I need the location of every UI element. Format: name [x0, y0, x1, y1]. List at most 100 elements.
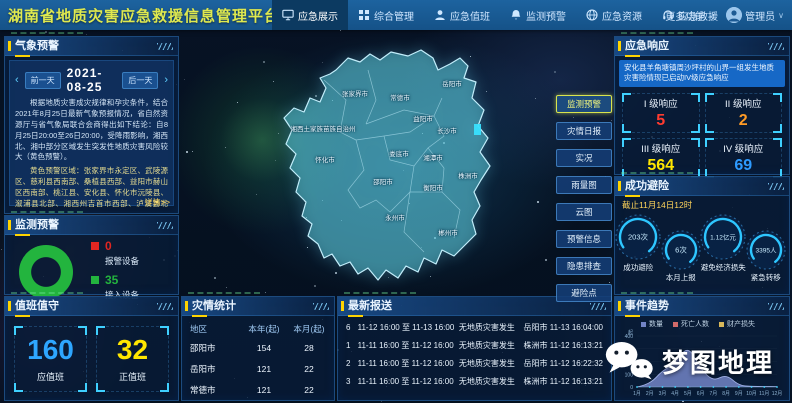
province-map[interactable]: 张家界市常德市岳阳市湘西土家族苗族自治州益阳市长沙市怀化市娄底市湘潭市株洲市邵阳…	[228, 40, 558, 290]
duty-stats: 160应值班32正值班	[5, 316, 178, 392]
response-stat-label: I 级响应	[644, 96, 678, 110]
report-source: 株洲市 11-12 16:13:21	[524, 340, 603, 351]
avoidance-panel: 成功避险 截止11月14日12时 203次成功避险6次本月上报1.12亿元避免经…	[614, 176, 790, 295]
svg-text:3月: 3月	[659, 391, 667, 397]
bell-icon	[510, 9, 522, 21]
nav-tab-manage[interactable]: 综合管理	[348, 0, 424, 30]
nav-tab-warning[interactable]: 监测预警	[500, 0, 576, 30]
corner-decoration	[691, 93, 700, 102]
panel-title-stripes-icon	[157, 303, 173, 310]
table-row: 邵阳市15428	[190, 337, 326, 358]
nav-tab-label: 综合管理	[374, 8, 414, 23]
avoid-panel-title: 成功避险	[625, 177, 669, 195]
legend-item: 财产损失	[719, 319, 755, 329]
map-layer-buttons: 监测预警灾情日报实况雨量图云图预警信息隐患排查避险点	[556, 95, 612, 302]
city-label: 张家界市	[342, 88, 368, 98]
city-label: 郴州市	[438, 227, 458, 237]
map-layer-button[interactable]: 云图	[556, 203, 612, 221]
legend-swatch	[673, 322, 678, 327]
duty-stat-label: 应值班	[37, 370, 64, 383]
watermark: 梦图地理	[602, 341, 774, 381]
panel-title-stripes-icon	[768, 183, 784, 190]
duty-panel-title: 值班值守	[15, 297, 59, 315]
monitor-warning-panel: 监测预警 0报警设备35接入设备	[4, 215, 179, 295]
table-row: 常德市12122	[190, 379, 326, 400]
legend-swatch	[91, 276, 99, 284]
nav-tab-label: 应急展示	[298, 8, 338, 23]
report-index: 2	[346, 359, 358, 368]
nav-tab-display[interactable]: 应急展示	[272, 0, 348, 30]
gauge-label: 紧急转移	[751, 272, 781, 283]
panel-title-stripes-icon	[768, 303, 784, 310]
city-label: 湘西土家族苗族自治州	[291, 123, 356, 133]
weather-detail-link[interactable]: 详情>>	[145, 197, 170, 208]
map-layer-button[interactable]: 灾情日报	[556, 122, 612, 140]
panel-title-stripes-icon	[590, 303, 606, 310]
top-bar: 湖南省地质灾害应急救援信息管理平台 应急展示综合管理应急值班监测预警应急资源应急…	[0, 0, 792, 30]
gauge: 1.12亿元避免经济损失	[702, 213, 744, 273]
as-of-timestamp: 截止11月14日12时	[615, 196, 789, 211]
chevron-down-icon: ∨	[708, 11, 714, 20]
user-menu[interactable]: 管理员 ∨	[726, 7, 784, 23]
map-layer-button[interactable]: 雨量图	[556, 176, 612, 194]
report-source: 株洲市 11-12 16:13:21	[524, 376, 603, 387]
more-functions-menu[interactable]: 更多功能 ∨	[665, 8, 714, 23]
duty-stat-box: 160应值班	[14, 326, 87, 392]
nav-tab-resource[interactable]: 应急资源	[576, 0, 652, 30]
next-arrow-icon[interactable]: ›	[164, 75, 168, 86]
corner-decoration	[78, 326, 87, 335]
response-stat-value: 69	[734, 157, 752, 175]
map-layer-button[interactable]: 避险点	[556, 284, 612, 302]
corner-decoration	[14, 383, 23, 392]
monitor-panel-title: 监测预警	[15, 216, 59, 234]
prev-arrow-icon[interactable]: ‹	[15, 75, 19, 86]
corner-decoration	[622, 124, 631, 133]
avatar-icon	[726, 7, 742, 23]
map-layer-button[interactable]: 隐患排查	[556, 257, 612, 275]
weather-warning-panel: 气象预警 ‹ 前一天 2021-08-25 后一天 › 根据地质灾害成灾规律和孕…	[4, 36, 179, 214]
svg-text:11月: 11月	[759, 391, 769, 397]
svg-text:1.12亿元: 1.12亿元	[710, 233, 736, 242]
response-stat-value: 2	[739, 112, 748, 130]
main-nav: 应急展示综合管理应急值班监测预警应急资源应急救援	[272, 0, 728, 30]
svg-text:6次: 6次	[675, 245, 687, 255]
monitor-icon	[282, 9, 294, 21]
trend-panel-title: 事件趋势	[625, 297, 669, 315]
legend-swatch	[641, 322, 646, 327]
report-period: 11-12 16:00 至 11-13 16:00	[358, 322, 459, 333]
panel-title-stripes-icon	[157, 43, 173, 50]
report-index: 6	[346, 323, 358, 332]
legend-value: 0	[105, 239, 112, 253]
report-content: 无地质灾害发生	[459, 340, 524, 351]
trend-legend: 数量死亡人数财产损失	[615, 316, 789, 329]
legend-item: 死亡人数	[673, 319, 709, 329]
disaster-stats-panel: 灾情统计 地区本年(起)本月(起)邵阳市15428岳阳市12122常德市1212…	[181, 296, 335, 401]
table-cell: 154	[236, 343, 292, 353]
weather-paragraph-1: 根据地质灾害成灾规律和孕灾条件，结合2021年8月25日最新气象预报情况，省自然…	[15, 98, 168, 163]
gauge: 3395人紧急转移	[745, 229, 787, 283]
report-period: 11-11 16:00 至 11-12 16:00	[358, 376, 459, 387]
map-layer-button[interactable]: 监测预警	[556, 95, 612, 113]
city-label: 株洲市	[458, 170, 478, 180]
emergency-response-panel: 应急响应 安化县羊角塘镇周沙坪村的山界一组发生地质灾害险情现已启动IV级应急响应…	[614, 36, 790, 175]
response-stat-box: I 级响应5	[622, 93, 700, 133]
response-stat-label: IV 级响应	[723, 141, 763, 155]
table-header-cell: 本年(起)	[236, 323, 292, 335]
nav-tab-label: 应急值班	[450, 8, 490, 23]
globe-icon	[586, 9, 598, 21]
map-layer-button[interactable]: 实况	[556, 149, 612, 167]
wechat-icon	[602, 341, 656, 381]
next-day-button[interactable]: 后一天	[122, 72, 158, 89]
legend-value: 35	[105, 273, 118, 287]
map-layer-button[interactable]: 预警信息	[556, 230, 612, 248]
report-content: 无地质灾害发生	[459, 322, 524, 333]
table-cell: 邵阳市	[190, 342, 236, 354]
svg-text:2月: 2月	[646, 391, 654, 397]
panel-title: 应急响应	[615, 37, 789, 56]
panel-title: 气象预警	[5, 37, 178, 56]
city-label: 娄底市	[389, 148, 409, 158]
report-row: 311-11 16:00 至 11-12 16:00无地质灾害发生株洲市 11-…	[346, 376, 603, 387]
prev-day-button[interactable]: 前一天	[25, 72, 61, 89]
legend-label: 数量	[649, 319, 663, 329]
nav-tab-duty[interactable]: 应急值班	[424, 0, 500, 30]
